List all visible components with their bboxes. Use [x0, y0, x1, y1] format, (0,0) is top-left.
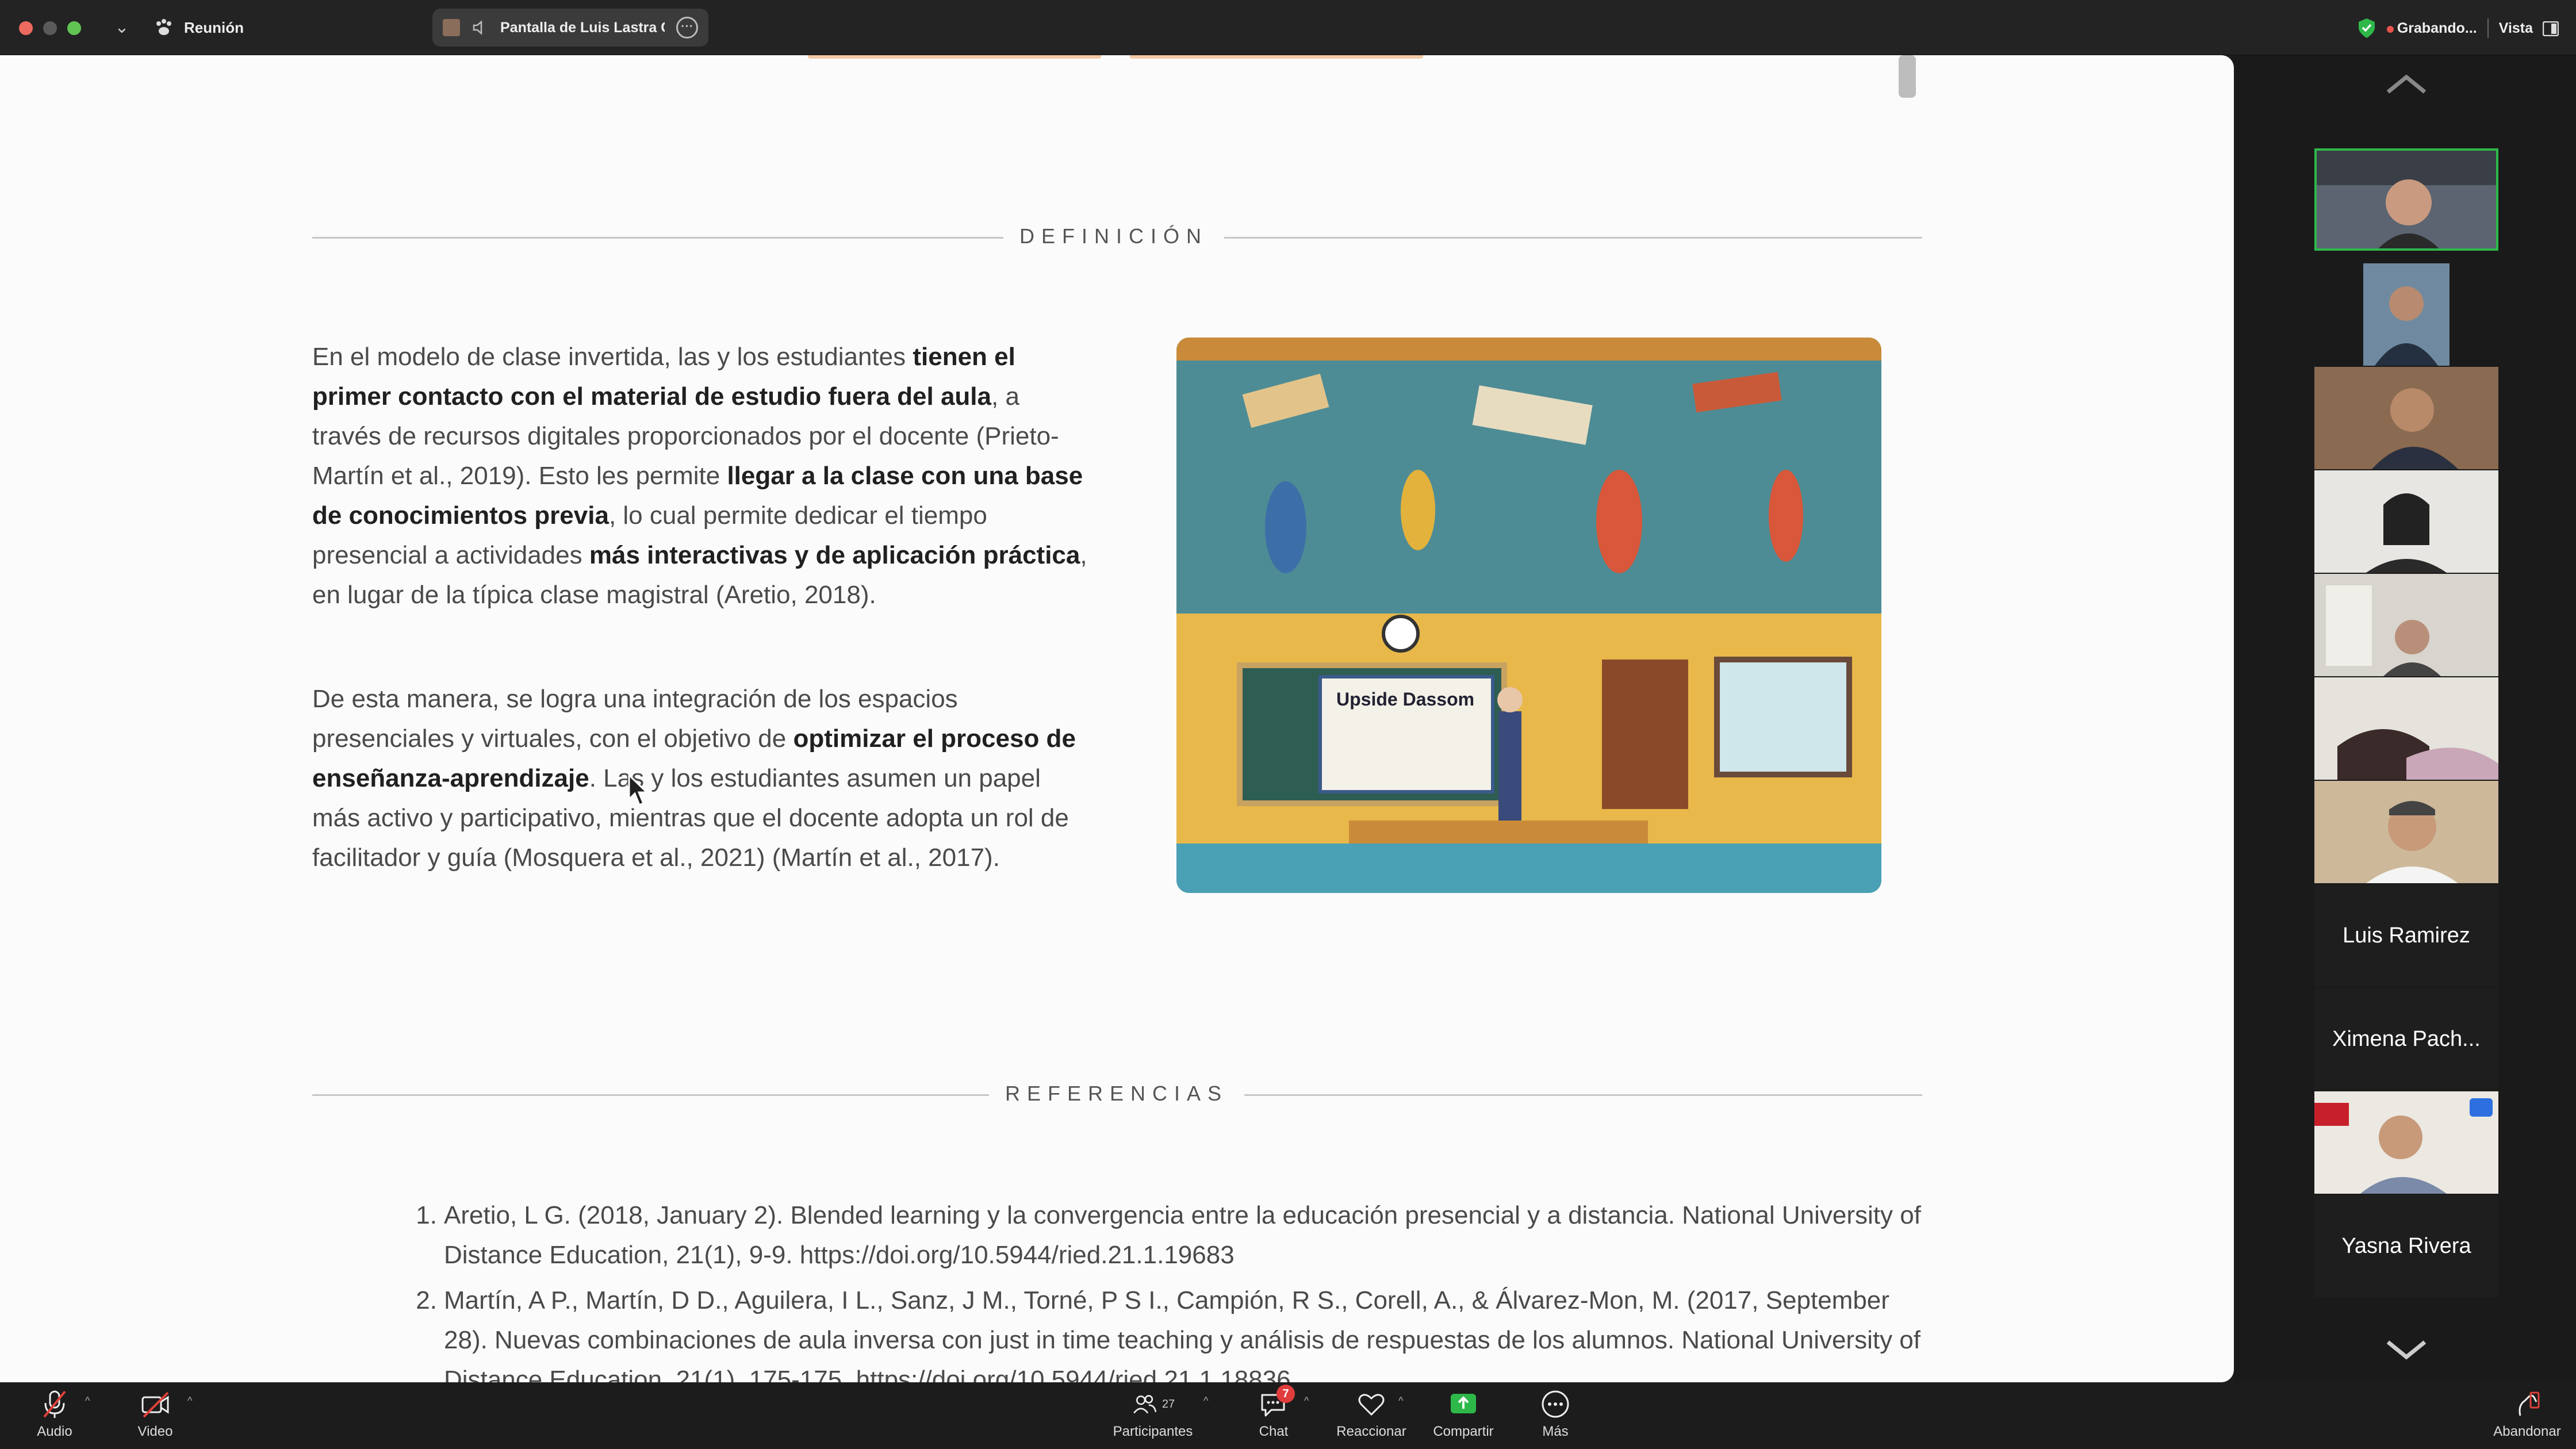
- more-button[interactable]: Más: [1529, 1388, 1581, 1446]
- minimize-window-button[interactable]: [43, 21, 57, 35]
- audio-label: Audio: [37, 1424, 72, 1439]
- chevron-up-icon[interactable]: [2383, 72, 2429, 95]
- leave-icon: [2518, 1392, 2540, 1416]
- participant-name-tile[interactable]: Ximena Pach...: [2314, 988, 2498, 1090]
- participants-icon: [1133, 1395, 1157, 1414]
- reference-number: 2.: [416, 1286, 437, 1314]
- maximize-window-button[interactable]: [67, 21, 81, 35]
- video-tile[interactable]: [2314, 677, 2498, 780]
- participants-count: 27: [1162, 1397, 1175, 1410]
- more-label: Más: [1542, 1424, 1569, 1439]
- share-pill-label: Pantalla de Luis Lastra C: [500, 19, 665, 36]
- reference-item: 2. Martín, A P., Martín, D D., Aguilera, …: [414, 1281, 1932, 1382]
- section-heading-references: REFERENCIAS: [989, 1082, 1245, 1106]
- references-list: 1. Aretio, L G. (2018, January 2). Blende…: [414, 1195, 1932, 1382]
- emphasis-text: más interactivas y de aplicación práctic…: [589, 541, 1080, 569]
- flipped-classroom-illustration: Upside Dassom: [1176, 338, 1881, 893]
- participants-options-caret[interactable]: ^: [1203, 1395, 1208, 1407]
- chevron-down-icon[interactable]: [2383, 1337, 2429, 1360]
- illustration-caption: Upside Dassom: [1336, 689, 1474, 710]
- meeting-title: Reunión: [154, 15, 244, 40]
- camera-off-icon: [141, 1392, 169, 1418]
- more-icon[interactable]: ···: [676, 17, 698, 39]
- section-heading-definition: DEFINICIÓN: [1003, 224, 1225, 248]
- reference-text: Aretio, L G. (2018, January 2). Blended …: [444, 1201, 1921, 1269]
- record-dot-icon: [2386, 25, 2394, 33]
- video-tile[interactable]: [2314, 574, 2498, 676]
- microphone-muted-icon: [43, 1390, 66, 1418]
- video-tile[interactable]: [2363, 263, 2450, 366]
- view-grid-icon: [2542, 21, 2559, 37]
- participant-name-tile[interactable]: Luis Ramirez: [2314, 884, 2498, 987]
- video-tile[interactable]: [2314, 367, 2498, 469]
- video-tile[interactable]: [2314, 470, 2498, 573]
- participant-name: Yasna Rivera: [2341, 1233, 2471, 1258]
- body-text: En el modelo de clase invertida, las y l…: [312, 343, 913, 371]
- video-label: Video: [137, 1424, 173, 1439]
- reference-number: 1.: [416, 1201, 437, 1229]
- video-tile[interactable]: [2314, 781, 2498, 883]
- chat-unread-badge: 7: [1276, 1385, 1295, 1403]
- shared-screen: DEFINICIÓN En el modelo de clase inverti…: [0, 55, 2234, 1382]
- reference-text: Martín, A P., Martín, D D., Aguilera, I …: [444, 1286, 1921, 1382]
- leave-label: Abandonar: [2493, 1424, 2561, 1439]
- screen-share-pill[interactable]: Pantalla de Luis Lastra C ···: [432, 9, 708, 47]
- participant-name: Luis Ramirez: [2343, 923, 2470, 948]
- share-label: Compartir: [1433, 1424, 1494, 1439]
- paw-icon: [156, 19, 171, 35]
- scrollbar-thumb[interactable]: [1899, 55, 1916, 98]
- close-window-button[interactable]: [19, 21, 33, 35]
- video-options-caret[interactable]: ^: [187, 1395, 192, 1407]
- participant-name-tile[interactable]: Yasna Rivera: [2314, 1195, 2498, 1297]
- participant-name: Ximena Pach...: [2332, 1026, 2481, 1051]
- video-tile[interactable]: [2314, 148, 2498, 251]
- definition-paragraph-1: En el modelo de clase invertida, las y l…: [312, 337, 1094, 615]
- video-button[interactable]: Video: [132, 1388, 178, 1446]
- more-icon: [1542, 1390, 1569, 1418]
- mouse-cursor-icon: [628, 774, 649, 806]
- view-button[interactable]: Vista: [2499, 20, 2559, 37]
- recording-indicator[interactable]: Grabando...: [2386, 20, 2477, 37]
- react-options-caret[interactable]: ^: [1398, 1395, 1403, 1407]
- participants-icon-row: 27: [1131, 1388, 1175, 1420]
- divider: [2487, 18, 2489, 38]
- chevron-down-icon[interactable]: ⌄: [110, 16, 133, 39]
- participants-button[interactable]: 27 Participantes: [1104, 1388, 1202, 1446]
- presenter-avatar-icon: [443, 19, 460, 36]
- chat-options-caret[interactable]: ^: [1304, 1395, 1309, 1407]
- participants-label: Participantes: [1113, 1424, 1193, 1439]
- speaker-icon: [473, 20, 482, 35]
- meeting-title-label: Reunión: [184, 18, 244, 36]
- reference-item: 1. Aretio, L G. (2018, January 2). Blende…: [414, 1195, 1932, 1275]
- chat-label: Chat: [1259, 1424, 1289, 1439]
- leave-button[interactable]: Abandonar: [2487, 1388, 2567, 1446]
- share-screen-icon: [1451, 1394, 1476, 1413]
- title-bar: ⌄ Reunión Pantalla de Luis Lastra C ··· …: [0, 0, 2576, 55]
- recording-label: Grabando...: [2397, 20, 2477, 36]
- heart-icon: [1358, 1394, 1385, 1416]
- view-label: Vista: [2498, 20, 2533, 36]
- shield-icon[interactable]: [2357, 17, 2376, 39]
- top-right-status: Grabando... Vista: [2357, 14, 2559, 43]
- definition-paragraph-2: De esta manera, se logra una integración…: [312, 679, 1094, 877]
- share-screen-button[interactable]: Compartir: [1426, 1388, 1501, 1446]
- tab-strip-fragment: [808, 55, 1426, 59]
- react-label: Reaccionar: [1336, 1424, 1406, 1439]
- audio-button[interactable]: Audio: [32, 1388, 78, 1446]
- participants-gallery: Luis Ramirez Ximena Pach... Yasna Rivera: [2234, 55, 2576, 1382]
- audio-options-caret[interactable]: ^: [85, 1395, 90, 1407]
- video-tile[interactable]: [2314, 1091, 2498, 1194]
